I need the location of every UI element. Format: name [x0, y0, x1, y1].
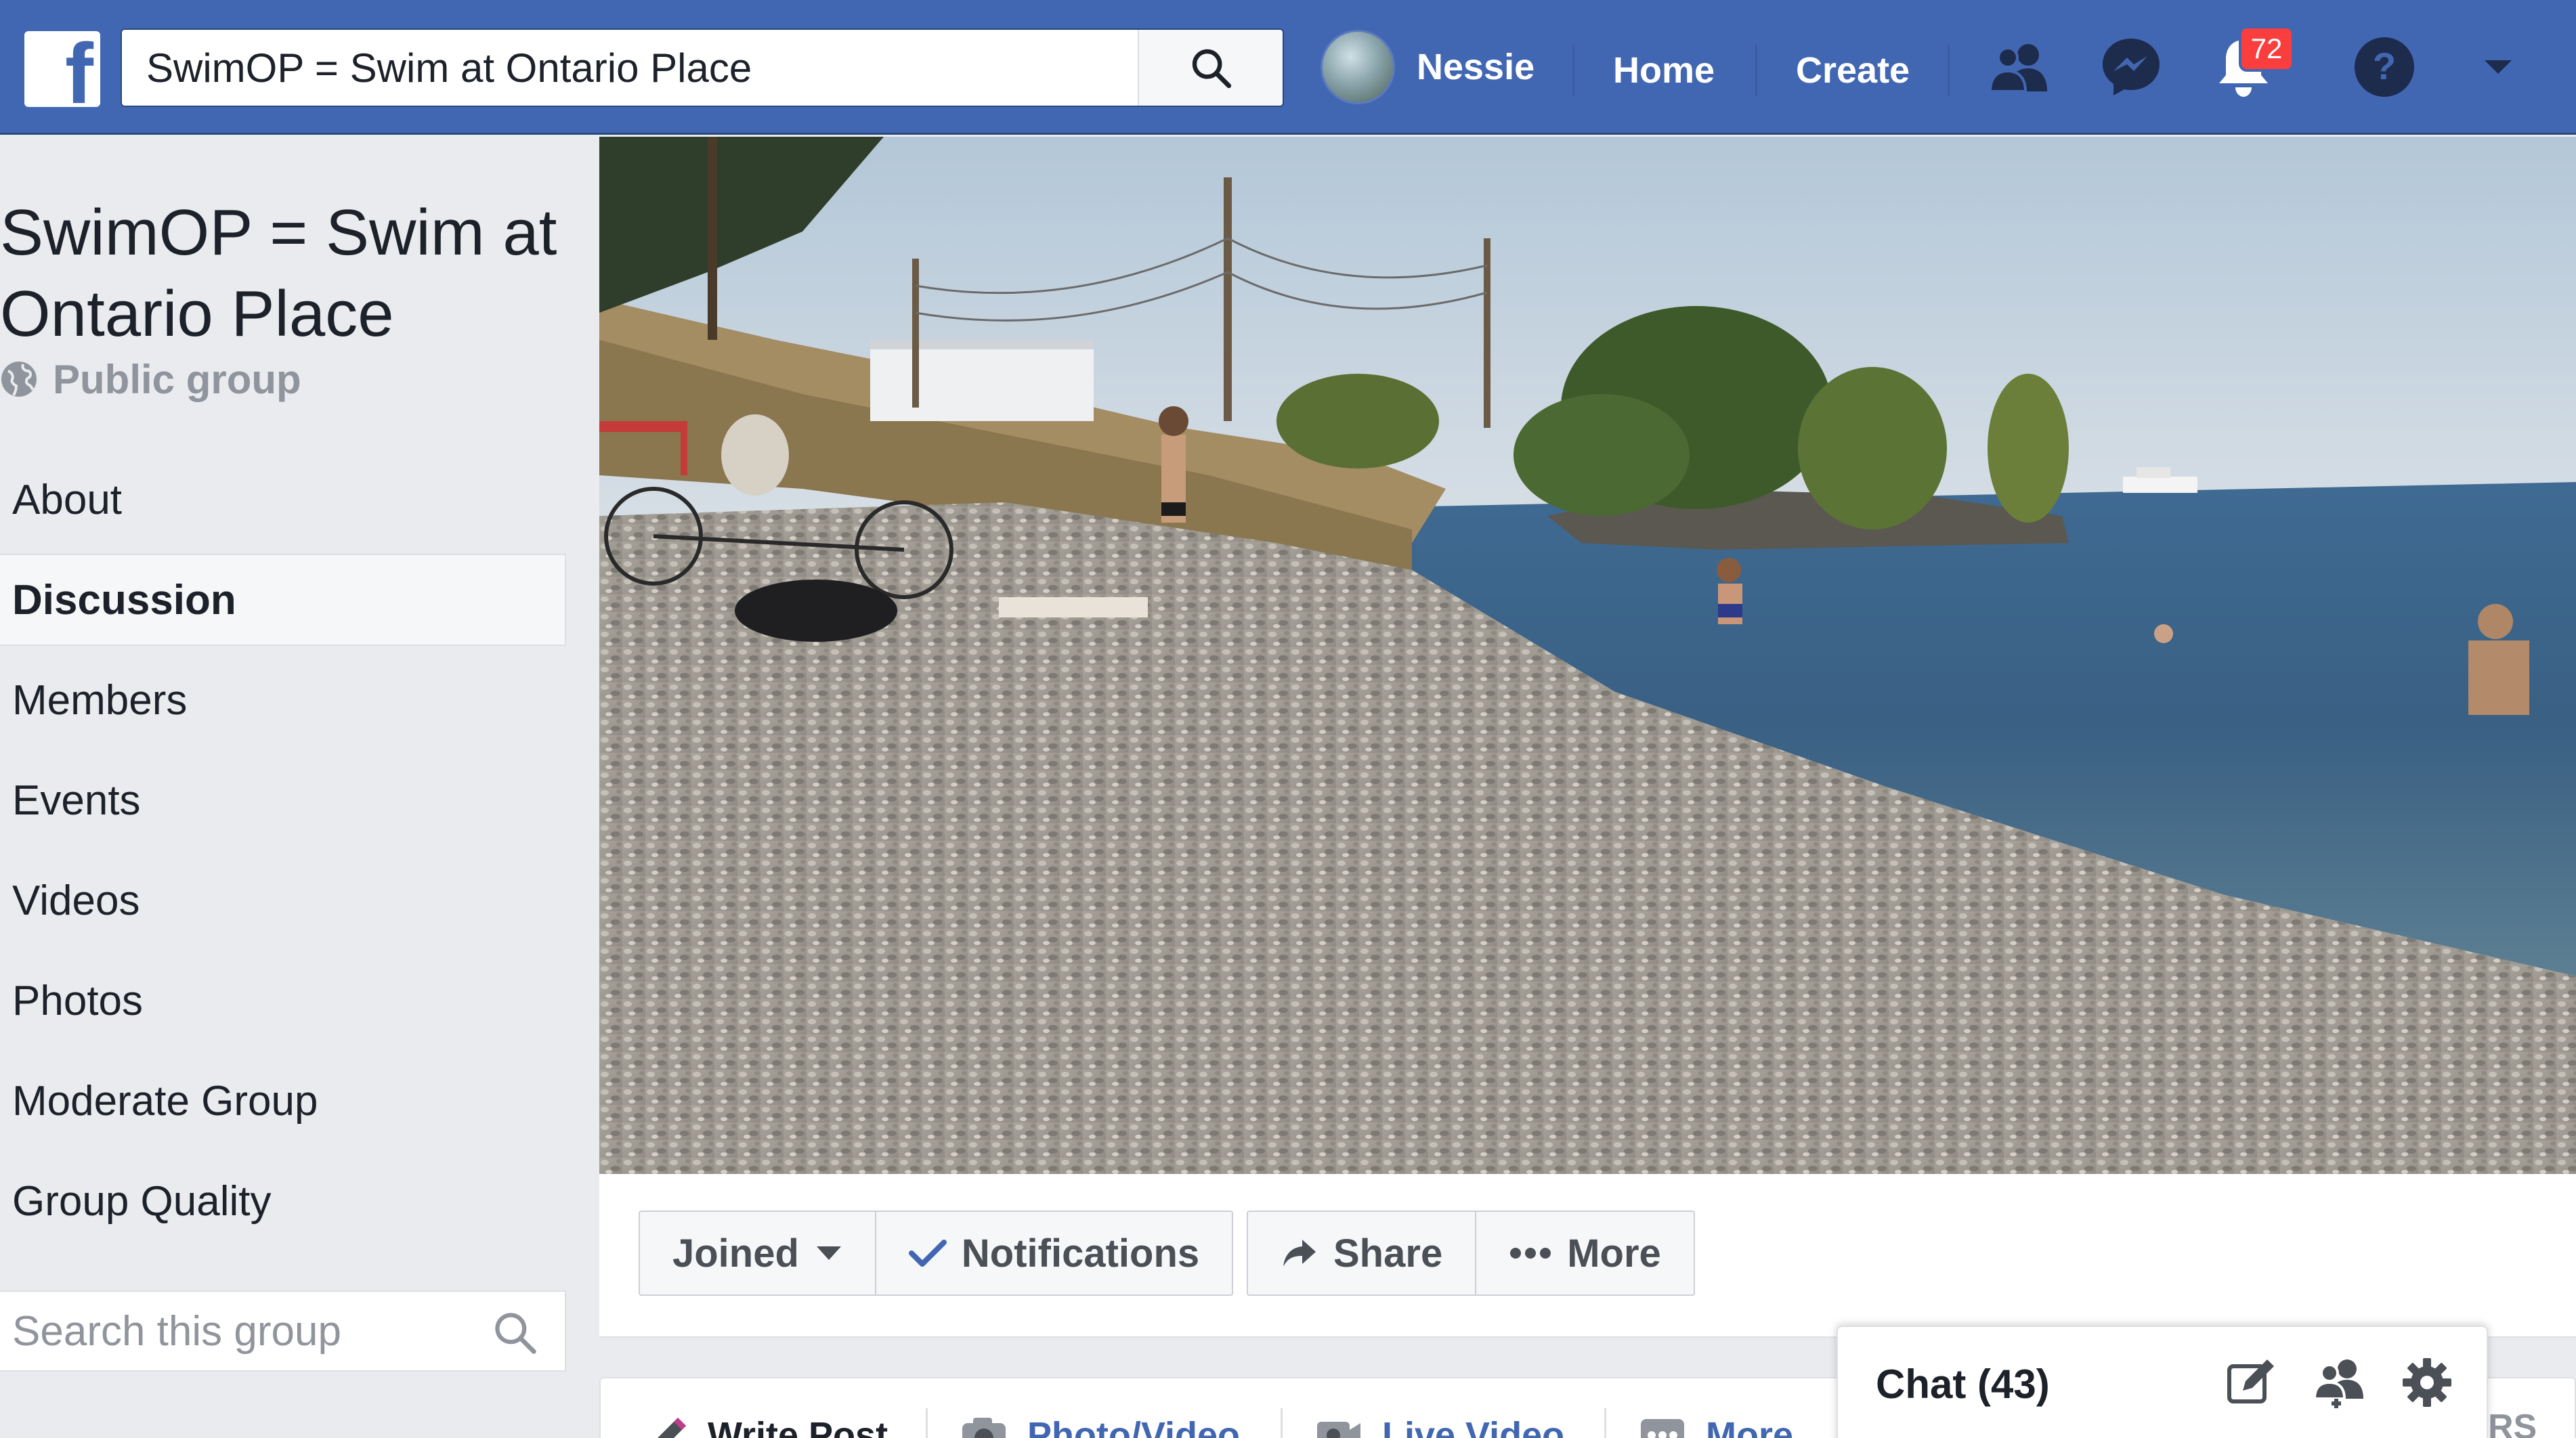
nav-divider	[1948, 45, 1950, 96]
composer-divider	[1604, 1408, 1606, 1438]
help-icon: ?	[2355, 37, 2414, 97]
messenger-icon	[2103, 39, 2160, 95]
composer-divider	[926, 1408, 928, 1438]
create-group-icon[interactable]	[2312, 1355, 2369, 1410]
tab-more[interactable]: More	[1638, 1408, 1793, 1438]
gear-icon[interactable]	[2400, 1355, 2454, 1410]
group-title[interactable]: SwimOP = Swim at Ontario Place	[0, 192, 582, 355]
nav-divider	[1572, 45, 1574, 96]
camera-icon	[962, 1418, 1006, 1438]
messenger-button[interactable]	[2094, 30, 2168, 104]
tab-more-label: More	[1706, 1415, 1794, 1438]
group-cover-photo[interactable]	[599, 137, 2576, 1174]
more-label: More	[1567, 1231, 1661, 1276]
sidebar-item-about[interactable]: About	[0, 454, 566, 546]
help-button[interactable]: ?	[2347, 30, 2422, 104]
joined-label: Joined	[672, 1231, 799, 1276]
home-link[interactable]: Home	[1613, 45, 1715, 96]
search-icon	[1192, 49, 1232, 89]
composer-divider	[1281, 1408, 1283, 1438]
share-arrow-icon	[1283, 1240, 1316, 1267]
ellipsis-icon	[1510, 1248, 1551, 1259]
share-button[interactable]: Share	[1248, 1212, 1477, 1294]
chat-dock[interactable]: Chat (43)	[1837, 1326, 2488, 1438]
sidebar-item-events[interactable]: Events	[0, 754, 566, 846]
sidebar-item-videos[interactable]: Videos	[0, 854, 566, 946]
globe-icon	[1, 362, 37, 397]
more-button[interactable]: More	[1476, 1212, 1694, 1294]
tab-live-video-label: Live Video	[1382, 1415, 1565, 1438]
tab-write-post-label: Write Post	[708, 1415, 888, 1438]
nav-divider	[1755, 45, 1757, 96]
group-actions-bar: Joined Notifications Share More	[599, 1174, 2576, 1338]
group-privacy-label: Public group	[53, 356, 301, 402]
facebook-logo-icon[interactable]: f	[24, 31, 100, 107]
profile-name: Nessie	[1417, 47, 1535, 87]
notifications-label: Notifications	[961, 1231, 1200, 1276]
group-search-input[interactable]	[12, 1292, 473, 1370]
notification-count-badge: 72	[2239, 26, 2294, 72]
tab-write-post[interactable]: Write Post	[648, 1408, 888, 1438]
sidebar-item-moderate-group[interactable]: Moderate Group	[0, 1055, 566, 1147]
top-navigation-bar: f Nessie Home Create	[0, 0, 2576, 135]
new-message-icon[interactable]	[2224, 1355, 2278, 1410]
video-camera-icon	[1317, 1422, 1360, 1438]
pencil-icon	[658, 1418, 686, 1438]
global-search-bar	[121, 28, 1284, 107]
search-icon[interactable]	[492, 1309, 538, 1355]
partially-hidden-header-text: RS	[2488, 1408, 2537, 1438]
friends-icon	[1988, 44, 2047, 93]
chat-label: Chat (43)	[1876, 1361, 2050, 1407]
group-search-box	[0, 1290, 566, 1372]
sidebar-item-photos[interactable]: Photos	[0, 955, 566, 1047]
checkmark-icon	[908, 1240, 947, 1267]
group-navigation: About Discussion Members Events Videos P…	[0, 454, 566, 1255]
ellipsis-icon	[1641, 1419, 1684, 1438]
create-link[interactable]: Create	[1796, 45, 1910, 96]
global-search-input[interactable]	[146, 30, 1121, 106]
membership-button-group: Joined Notifications	[639, 1211, 1234, 1296]
notifications-settings-button[interactable]: Notifications	[876, 1212, 1232, 1294]
caret-down-icon	[816, 1246, 841, 1260]
account-menu-button[interactable]	[2461, 30, 2535, 104]
caret-down-icon	[2485, 60, 2512, 74]
share-label: Share	[1333, 1231, 1443, 1276]
beach-scene-image	[599, 137, 2576, 1174]
tab-live-video[interactable]: Live Video	[1314, 1408, 1564, 1438]
share-more-button-group: Share More	[1247, 1211, 1695, 1296]
tab-photo-video[interactable]: Photo/Video	[960, 1408, 1240, 1438]
avatar	[1321, 30, 1395, 104]
svg-text:?: ?	[2373, 45, 2396, 87]
group-privacy: Public group	[0, 352, 301, 406]
tab-photo-video-label: Photo/Video	[1027, 1415, 1241, 1438]
sidebar-item-discussion[interactable]: Discussion	[0, 554, 566, 646]
sidebar-item-members[interactable]: Members	[0, 654, 566, 746]
joined-button[interactable]: Joined	[640, 1212, 876, 1294]
profile-link[interactable]: Nessie	[1321, 30, 1534, 104]
search-button[interactable]	[1138, 30, 1283, 106]
sidebar-item-group-quality[interactable]: Group Quality	[0, 1155, 566, 1247]
friend-requests-button[interactable]	[1983, 30, 2057, 104]
